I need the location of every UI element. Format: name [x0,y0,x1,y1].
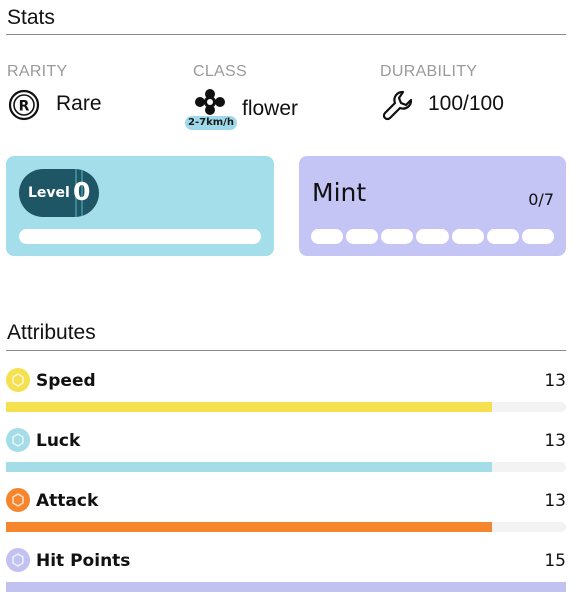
mint-segment [486,229,519,244]
attribute-value: 13 [544,491,566,511]
attribute-bar-fill [6,522,492,532]
mint-segment [416,229,449,244]
durability-value: 100/100 [428,92,504,115]
rarity-r-icon: R [8,89,40,121]
attribute-value: 13 [544,371,566,391]
attack-icon [6,488,30,512]
stats-title: Stats [7,6,55,29]
attribute-value: 15 [544,551,566,571]
mint-segment [311,229,344,244]
svg-text:R: R [19,99,30,115]
mint-label: Mint [312,178,367,207]
luck-icon [6,428,30,452]
mint-segment [346,229,379,244]
level-card: Level 0 [6,156,274,256]
attributes-title: Attributes [7,321,96,344]
attributes-divider [6,350,566,351]
attribute-bar-track [6,462,566,472]
class-speed-badge: 2-7km/h [185,116,237,130]
attribute-bar-fill [6,462,492,472]
mint-segment [381,229,414,244]
mint-segments [311,229,554,244]
attribute-name: Speed [36,371,96,391]
attribute-bar-track [6,582,566,592]
mint-count: 0/7 [528,190,554,209]
rarity-label: RARITY [7,63,68,80]
class-value: flower [242,97,299,120]
rarity-value: Rare [56,92,102,115]
level-value: 0 [73,177,91,206]
attribute-bar-track [6,522,566,532]
stats-divider [6,34,566,35]
hit-points-icon [6,548,30,572]
speed-icon [6,368,30,392]
attribute-value: 13 [544,431,566,451]
attribute-name: Attack [36,491,99,511]
class-label: CLASS [193,63,247,80]
attribute-name: Luck [36,431,81,451]
durability-label: DURABILITY [380,63,478,80]
attribute-bar-track [6,402,566,412]
mint-segment [521,229,554,244]
level-label: Level [28,185,70,201]
mint-card: Mint 0/7 [299,156,566,256]
attribute-bar-fill [6,582,566,592]
attribute-bar-fill [6,402,492,412]
level-badge: Level 0 [19,169,99,217]
flower-icon [195,89,225,115]
level-progress-bar [19,229,261,244]
attribute-name: Hit Points [36,551,131,571]
wrench-icon [382,90,413,121]
mint-segment [451,229,484,244]
